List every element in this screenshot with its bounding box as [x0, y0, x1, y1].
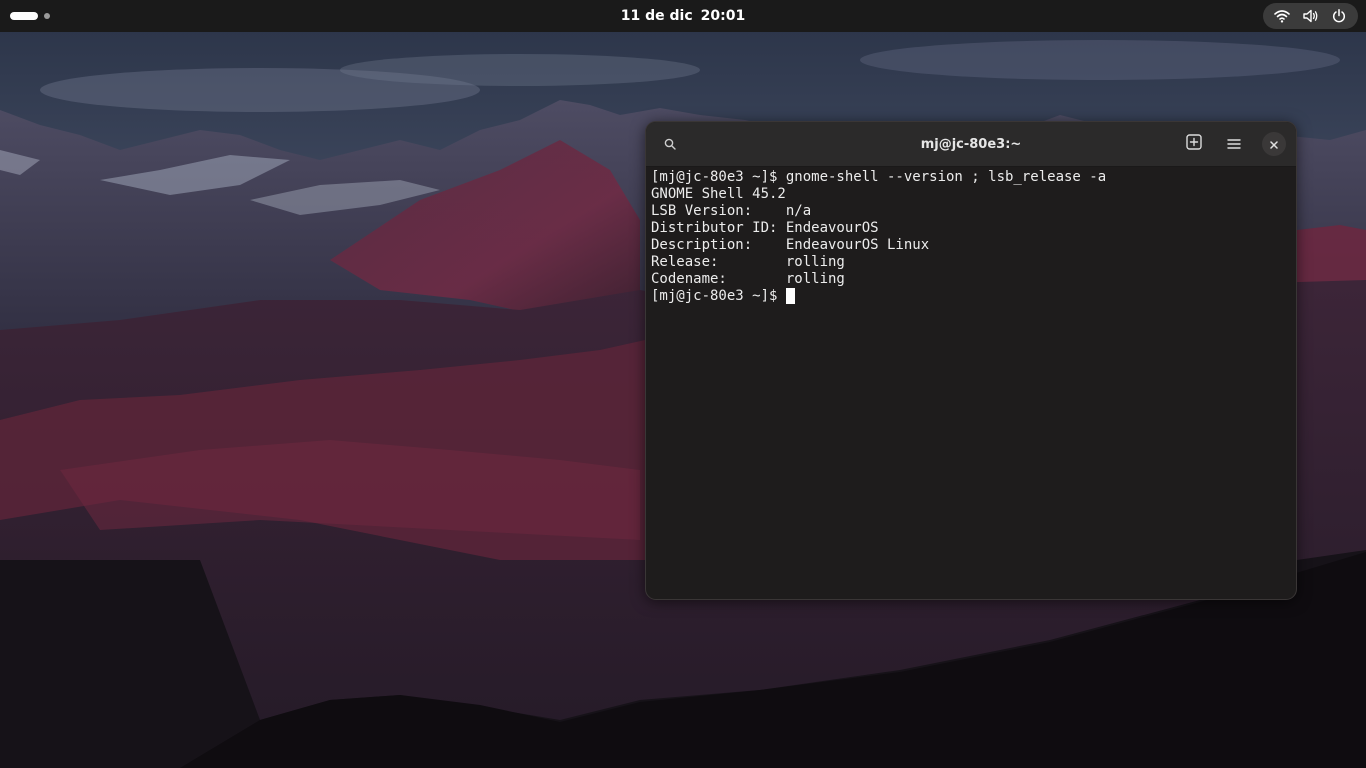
clock-date[interactable]: 11 de dic — [621, 8, 693, 24]
wifi-icon — [1273, 7, 1291, 25]
clock-time[interactable]: 20:01 — [701, 8, 746, 24]
terminal-line: LSB Version: n/a — [651, 203, 812, 219]
menu-icon — [1227, 135, 1241, 154]
new-tab-icon — [1186, 134, 1202, 154]
terminal-line: Distributor ID: EndeavourOS — [651, 220, 879, 236]
power-icon — [1330, 7, 1348, 25]
workspace-indicator[interactable] — [44, 13, 50, 19]
terminal-prompt: [mj@jc-80e3 ~]$ — [651, 288, 778, 304]
close-button[interactable] — [1262, 132, 1286, 156]
quick-settings-button[interactable] — [1263, 3, 1358, 29]
terminal-line: Description: EndeavourOS Linux — [651, 237, 930, 253]
terminal-window[interactable]: mj@jc-80e3:~ [mj@jc-80e3 ~]$ gnome-shell… — [645, 121, 1297, 600]
terminal-line: [mj@jc-80e3 ~]$ gnome-shell --version ; … — [651, 169, 1107, 185]
terminal-output[interactable]: [mj@jc-80e3 ~]$ gnome-shell --version ; … — [651, 167, 1291, 599]
terminal-line: GNOME Shell 45.2 — [651, 186, 786, 202]
terminal-prompt-line[interactable]: [mj@jc-80e3 ~]$ — [651, 288, 1291, 305]
main-menu-button[interactable] — [1220, 130, 1248, 158]
workspace-indicator-active[interactable] — [10, 12, 38, 20]
terminal-line: Release: rolling — [651, 254, 845, 270]
top-bar: 11 de dic 20:01 — [0, 0, 1366, 32]
clock[interactable]: 11 de dic 20:01 — [0, 0, 1366, 32]
new-tab-button[interactable] — [1180, 130, 1208, 158]
terminal-headerbar[interactable]: mj@jc-80e3:~ — [646, 122, 1296, 167]
volume-icon — [1302, 7, 1320, 25]
terminal-line: Codename: rolling — [651, 271, 845, 287]
terminal-cursor — [786, 288, 796, 304]
close-icon — [1269, 135, 1279, 154]
activities-button[interactable] — [10, 8, 60, 24]
